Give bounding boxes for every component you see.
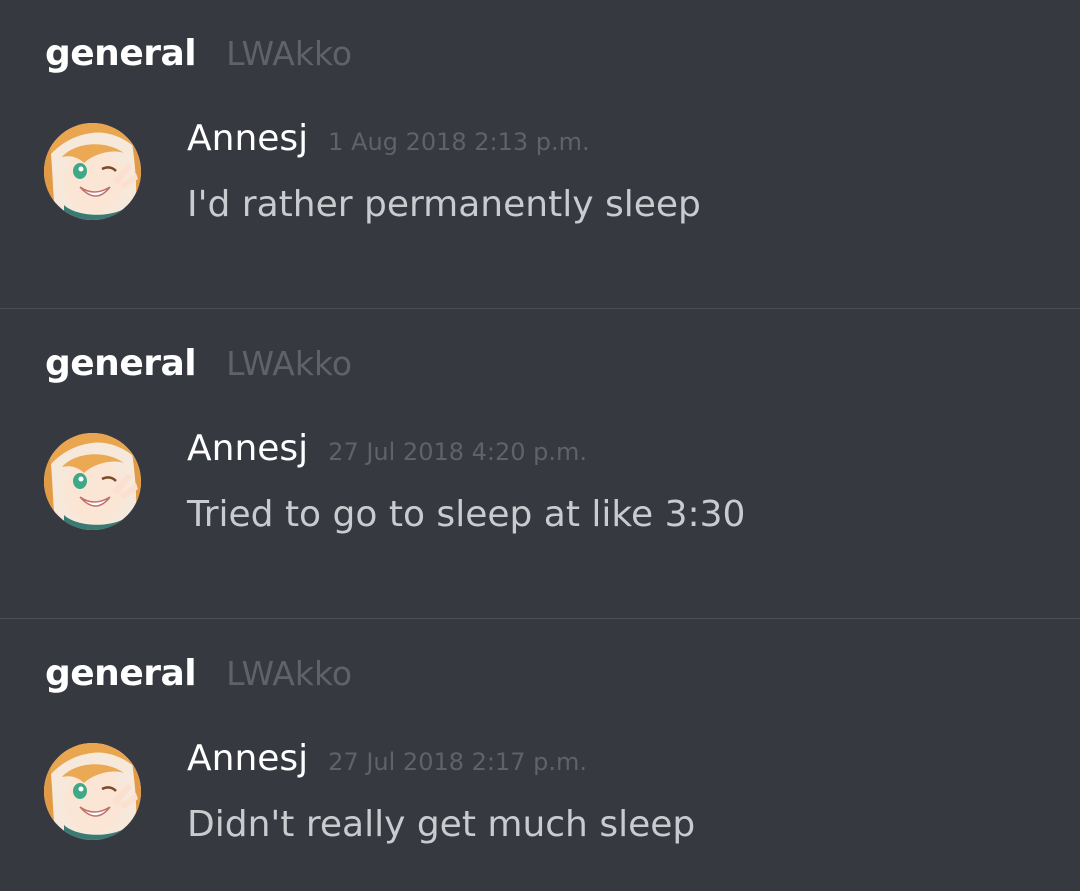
message-timestamp: 27 Jul 2018 2:17 p.m.	[328, 748, 588, 776]
avatar[interactable]	[44, 433, 141, 530]
message-header: Annesj 27 Jul 2018 4:20 p.m.	[187, 428, 587, 469]
search-result[interactable]: general LWAkko Annesj 27 Jul 20	[0, 620, 1080, 891]
message-timestamp: 27 Jul 2018 4:20 p.m.	[328, 438, 588, 466]
message-header: Annesj 1 Aug 2018 2:13 p.m.	[187, 118, 590, 159]
server-name: LWAkko	[226, 34, 353, 73]
avatar-image	[44, 433, 141, 530]
server-name: LWAkko	[226, 344, 353, 383]
divider	[0, 618, 1080, 619]
author-name[interactable]: Annesj	[187, 738, 308, 779]
author-name[interactable]: Annesj	[187, 428, 308, 469]
avatar[interactable]	[44, 743, 141, 840]
server-name: LWAkko	[226, 654, 353, 693]
message-text: Tried to go to sleep at like 3:30	[187, 494, 746, 535]
divider	[0, 308, 1080, 309]
message-text: Didn't really get much sleep	[187, 804, 696, 845]
search-results-list: general LWAkko Annesj 1 Aug 2018 2:13 p.…	[0, 0, 1080, 891]
channel-name[interactable]: general	[45, 653, 197, 694]
avatar-image	[44, 743, 141, 840]
avatar-image	[44, 123, 141, 220]
result-header: general LWAkko	[45, 653, 352, 699]
result-header: general LWAkko	[45, 343, 352, 389]
channel-name[interactable]: general	[45, 343, 197, 384]
author-name[interactable]: Annesj	[187, 118, 308, 159]
message-timestamp: 1 Aug 2018 2:13 p.m.	[328, 128, 590, 156]
search-result[interactable]: general LWAkko Annesj 1 Aug 2018 2:13 p.…	[0, 0, 1080, 309]
message-header: Annesj 27 Jul 2018 2:17 p.m.	[187, 738, 587, 779]
search-result[interactable]: general LWAkko Annesj 27 Jul 20	[0, 310, 1080, 619]
result-header: general LWAkko	[45, 33, 352, 79]
channel-name[interactable]: general	[45, 33, 197, 74]
message-text: I'd rather permanently sleep	[187, 184, 701, 225]
avatar[interactable]	[44, 123, 141, 220]
